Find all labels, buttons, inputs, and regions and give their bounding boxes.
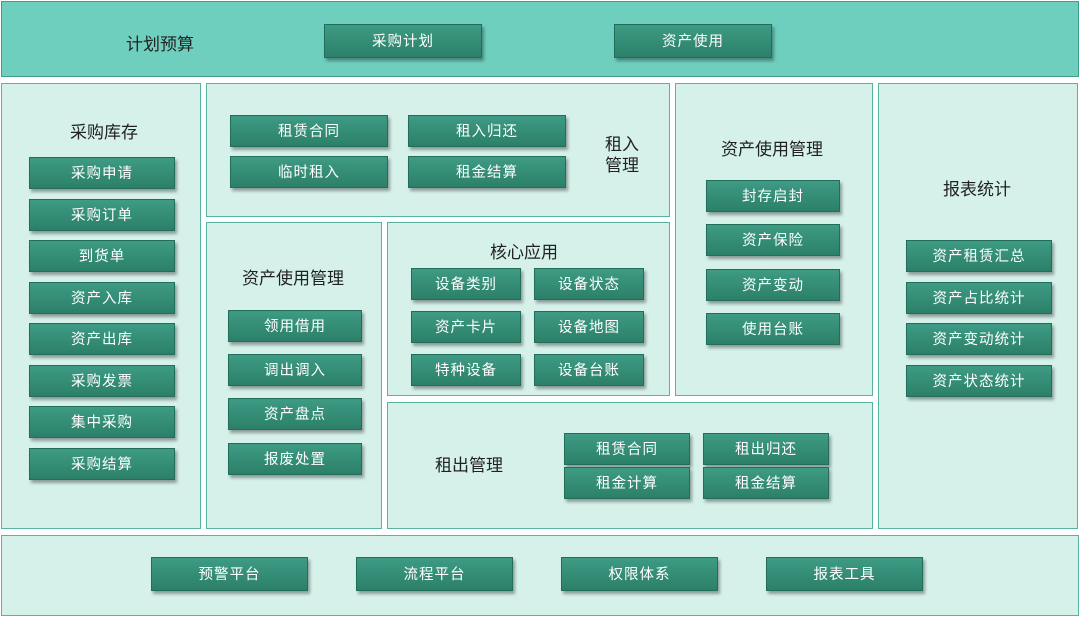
device-status-button[interactable]: 设备状态	[534, 268, 644, 300]
alert-platform-button[interactable]: 预警平台	[151, 557, 308, 591]
asset-change-stats-button[interactable]: 资产变动统计	[906, 323, 1052, 355]
purchase-request-button[interactable]: 采购申请	[29, 157, 175, 189]
central-purchase-button[interactable]: 集中采购	[29, 406, 175, 438]
asset-inbound-button[interactable]: 资产入库	[29, 282, 175, 314]
device-ledger-button[interactable]: 设备台账	[534, 354, 644, 386]
permission-system-button[interactable]: 权限体系	[561, 557, 718, 591]
transfer-out-in-button[interactable]: 调出调入	[228, 354, 362, 386]
purchase-settlement-button[interactable]: 采购结算	[29, 448, 175, 480]
asset-inventory-check-button[interactable]: 资产盘点	[228, 398, 362, 430]
seal-unseal-button[interactable]: 封存启封	[706, 180, 840, 212]
rent-out-settlement-button[interactable]: 租金结算	[703, 467, 829, 499]
rent-out-title: 租出管理	[435, 456, 503, 476]
scrap-disposal-button[interactable]: 报废处置	[228, 443, 362, 475]
rent-in-return-button[interactable]: 租入归还	[408, 115, 566, 147]
purchase-plan-button[interactable]: 采购计划	[324, 24, 482, 58]
purchase-inventory-title: 采购库存	[70, 123, 138, 143]
device-category-button[interactable]: 设备类别	[411, 268, 521, 300]
workflow-platform-button[interactable]: 流程平台	[356, 557, 513, 591]
usage-ledger-button[interactable]: 使用台账	[706, 313, 840, 345]
temporary-rent-in-button[interactable]: 临时租入	[230, 156, 388, 188]
rent-out-lease-contract-button[interactable]: 租赁合同	[564, 433, 690, 465]
rent-in-panel	[206, 83, 670, 217]
delivery-note-button[interactable]: 到货单	[29, 240, 175, 272]
asset-change-button[interactable]: 资产变动	[706, 269, 840, 301]
lease-contract-button[interactable]: 租赁合同	[230, 115, 388, 147]
device-map-button[interactable]: 设备地图	[534, 311, 644, 343]
receive-borrow-button[interactable]: 领用借用	[228, 310, 362, 342]
asset-lease-summary-button[interactable]: 资产租赁汇总	[906, 240, 1052, 272]
asset-usage-mgmt-left-title: 资产使用管理	[242, 269, 344, 289]
asset-outbound-button[interactable]: 资产出库	[29, 323, 175, 355]
rent-calculation-button[interactable]: 租金计算	[564, 467, 690, 499]
special-equipment-button[interactable]: 特种设备	[411, 354, 521, 386]
asset-ratio-stats-button[interactable]: 资产占比统计	[906, 282, 1052, 314]
asset-status-stats-button[interactable]: 资产状态统计	[906, 365, 1052, 397]
plan-budget-title: 计划预算	[126, 35, 194, 55]
rent-settlement-button[interactable]: 租金结算	[408, 156, 566, 188]
purchase-order-button[interactable]: 采购订单	[29, 199, 175, 231]
asset-card-button[interactable]: 资产卡片	[411, 311, 521, 343]
core-application-title: 核心应用	[490, 243, 558, 263]
asset-insurance-button[interactable]: 资产保险	[706, 224, 840, 256]
rent-out-return-button[interactable]: 租出归还	[703, 433, 829, 465]
report-statistics-title: 报表统计	[943, 180, 1011, 200]
purchase-invoice-button[interactable]: 采购发票	[29, 365, 175, 397]
asset-use-button[interactable]: 资产使用	[614, 24, 772, 58]
rent-in-title-line2: 管理	[605, 156, 639, 176]
report-tools-button[interactable]: 报表工具	[766, 557, 923, 591]
asset-usage-mgmt-right-title: 资产使用管理	[721, 140, 823, 160]
